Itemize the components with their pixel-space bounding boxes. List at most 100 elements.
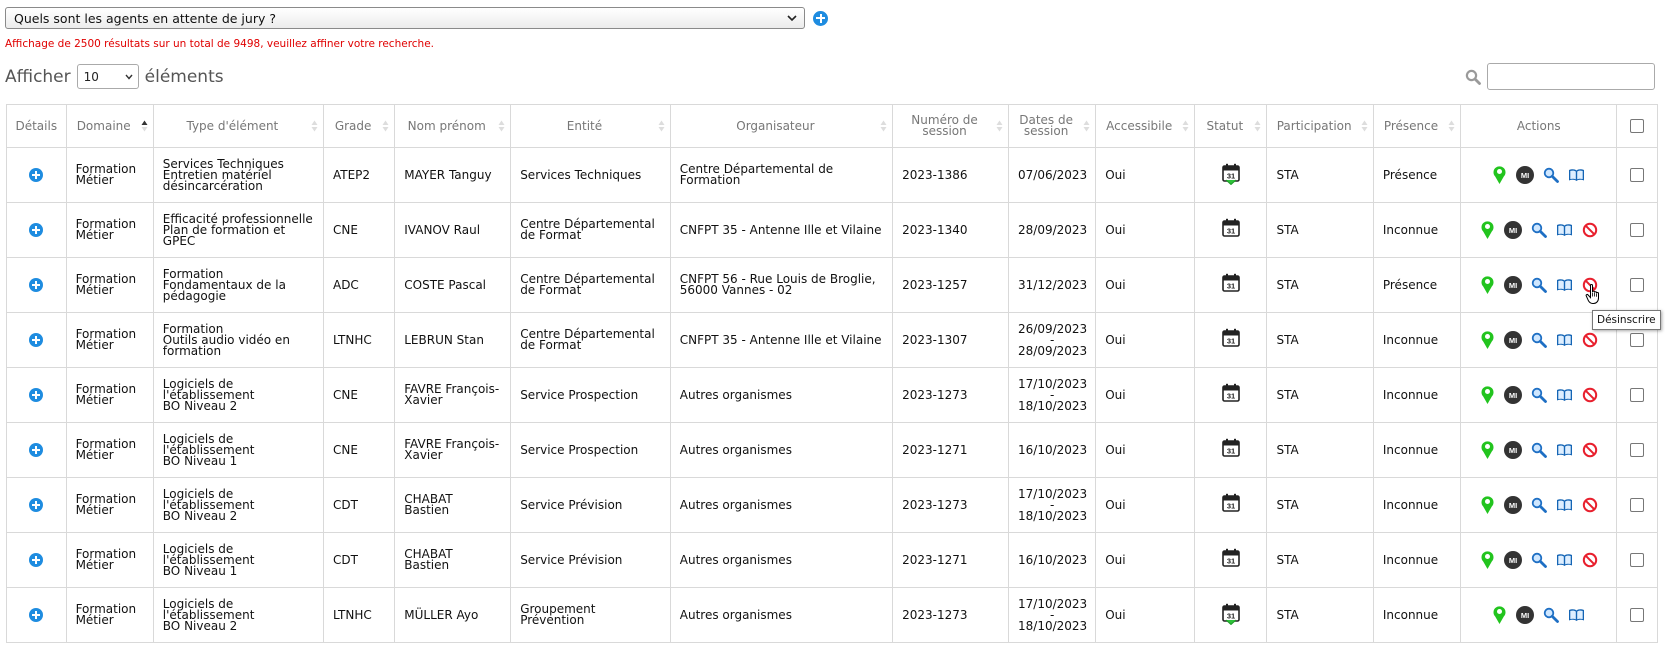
unsubscribe-button[interactable] xyxy=(1582,552,1598,568)
catalog-button[interactable] xyxy=(1556,443,1573,457)
column-header-entite[interactable]: Entité xyxy=(510,104,671,148)
expand-row-button[interactable] xyxy=(29,223,44,237)
unsubscribe-button[interactable] xyxy=(1582,442,1598,458)
calendar-icon: 31 xyxy=(1222,218,1240,237)
column-header-numero-session[interactable]: Numéro de session xyxy=(892,104,1010,148)
svg-text:31: 31 xyxy=(1227,612,1235,621)
cell-participation: STA xyxy=(1266,367,1374,423)
location-button[interactable] xyxy=(1480,330,1495,350)
catalog-button[interactable] xyxy=(1556,553,1573,567)
view-details-button[interactable] xyxy=(1531,497,1547,513)
mi-button[interactable]: MI xyxy=(1503,441,1522,459)
view-details-button[interactable] xyxy=(1531,332,1547,348)
search-input[interactable] xyxy=(1487,63,1655,90)
expand-row-button[interactable] xyxy=(29,278,44,292)
mi-button[interactable]: MI xyxy=(1503,221,1522,239)
catalog-button[interactable] xyxy=(1556,223,1573,237)
cell-entite: Services Techniques xyxy=(510,147,671,203)
column-header-grade[interactable]: Grade xyxy=(322,104,396,148)
row-checkbox[interactable] xyxy=(1630,278,1645,292)
mi-badge-icon: MI xyxy=(1503,496,1522,514)
catalog-button[interactable] xyxy=(1568,608,1585,622)
unsubscribe-button[interactable] xyxy=(1582,222,1598,238)
location-button[interactable] xyxy=(1480,550,1495,570)
expand-row-button[interactable] xyxy=(29,608,44,622)
view-details-button[interactable] xyxy=(1543,167,1560,183)
cell-type-element: Logiciels de l'établissement BO Niveau 1 xyxy=(152,532,324,588)
catalog-button[interactable] xyxy=(1568,168,1585,182)
view-details-button[interactable] xyxy=(1531,442,1547,458)
column-header-accessible[interactable]: Accessibile xyxy=(1095,104,1196,148)
expand-row-button[interactable] xyxy=(29,333,44,347)
row-checkbox[interactable] xyxy=(1630,608,1645,622)
location-button[interactable] xyxy=(1480,440,1495,460)
column-header-statut[interactable]: Statut xyxy=(1194,104,1268,148)
column-header-organisateur[interactable]: Organisateur xyxy=(669,104,894,148)
sort-icon xyxy=(1083,120,1090,132)
mi-button[interactable]: MI xyxy=(1503,331,1522,349)
mi-button[interactable]: MI xyxy=(1503,386,1522,404)
cell-participation: STA xyxy=(1266,147,1374,203)
cell-nom-prenom: IVANOV Raul xyxy=(394,202,512,258)
view-details-button[interactable] xyxy=(1543,607,1560,623)
location-button[interactable] xyxy=(1480,220,1495,240)
cell-nom-prenom: MÜLLER Ayo xyxy=(394,587,512,643)
entite-line: Service Prospection xyxy=(520,442,639,457)
catalog-button[interactable] xyxy=(1556,388,1573,402)
row-checkbox[interactable] xyxy=(1630,443,1645,457)
row-checkbox[interactable] xyxy=(1630,388,1645,402)
location-button[interactable] xyxy=(1492,605,1507,625)
view-details-button[interactable] xyxy=(1531,387,1547,403)
row-checkbox[interactable] xyxy=(1630,223,1645,237)
view-details-button[interactable] xyxy=(1531,277,1547,293)
view-details-button[interactable] xyxy=(1531,552,1547,568)
mi-button[interactable]: MI xyxy=(1516,606,1535,624)
select-all-checkbox[interactable] xyxy=(1630,119,1645,133)
domaine-line: Métier xyxy=(75,338,114,352)
row-checkbox[interactable] xyxy=(1630,498,1645,512)
add-query-button[interactable] xyxy=(813,10,828,26)
column-header-type-element[interactable]: Type d'élément xyxy=(152,104,324,148)
query-select[interactable]: Quels sont les agents en attente de jury… xyxy=(5,7,805,29)
mi-button[interactable]: MI xyxy=(1503,551,1522,569)
column-header-dates-session[interactable]: Dates de session xyxy=(1008,104,1097,148)
catalog-button[interactable] xyxy=(1556,278,1573,292)
cell-entite: Centre Départemental de Format xyxy=(510,202,671,258)
mi-button[interactable]: MI xyxy=(1503,276,1522,294)
mi-button[interactable]: MI xyxy=(1503,496,1522,514)
location-button[interactable] xyxy=(1480,385,1495,405)
unsubscribe-button[interactable] xyxy=(1582,497,1598,513)
search-icon xyxy=(1465,69,1481,85)
unsubscribe-button[interactable] xyxy=(1582,332,1598,348)
row-checkbox[interactable] xyxy=(1630,333,1645,347)
expand-row-button[interactable] xyxy=(29,168,44,182)
cell-select xyxy=(1616,532,1658,588)
expand-row-button[interactable] xyxy=(29,443,44,457)
catalog-button[interactable] xyxy=(1556,333,1573,347)
table-row: Formation Métier Formation Fondamentaux de … xyxy=(6,257,1658,313)
page-length-select[interactable]: 10 xyxy=(76,64,139,89)
column-header-participation[interactable]: Participation xyxy=(1266,104,1374,148)
catalog-button[interactable] xyxy=(1556,498,1573,512)
unsubscribe-button[interactable] xyxy=(1582,387,1598,403)
expand-row-button[interactable] xyxy=(29,498,44,512)
mi-badge-icon: MI xyxy=(1503,441,1522,459)
column-header-presence[interactable]: Présence xyxy=(1372,104,1462,148)
expand-row-button[interactable] xyxy=(29,553,44,567)
expand-row-button[interactable] xyxy=(29,388,44,402)
organisateur-line: Formation xyxy=(679,173,741,187)
cell-nom-prenom: COSTE Pascal xyxy=(394,257,512,313)
location-button[interactable] xyxy=(1480,275,1495,295)
domaine-line: Métier xyxy=(75,228,114,242)
location-button[interactable] xyxy=(1492,165,1507,185)
column-header-nom-prenom[interactable]: Nom prénom xyxy=(394,104,512,148)
mi-button[interactable]: MI xyxy=(1516,166,1535,184)
column-header-domaine[interactable]: Domaine xyxy=(65,104,154,148)
page-length-value: 10 xyxy=(83,69,99,84)
location-button[interactable] xyxy=(1480,495,1495,515)
row-checkbox[interactable] xyxy=(1630,168,1645,182)
cell-accessible: Oui xyxy=(1095,422,1196,478)
row-checkbox[interactable] xyxy=(1630,553,1645,567)
chevron-down-icon xyxy=(787,15,797,22)
view-details-button[interactable] xyxy=(1531,222,1547,238)
